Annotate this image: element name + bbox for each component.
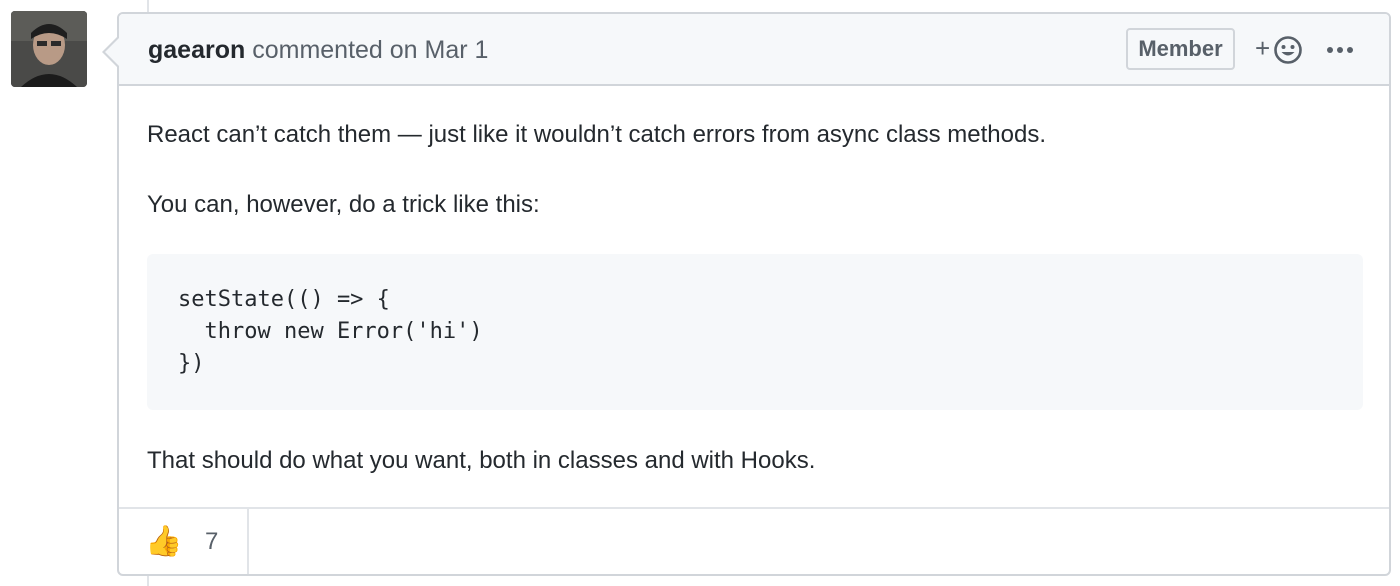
smiley-icon <box>1274 36 1302 64</box>
plus-label: + <box>1255 33 1271 63</box>
avatar[interactable] <box>11 11 87 87</box>
comment-paragraph: React can’t catch them — just like it wo… <box>147 121 1047 148</box>
kebab-menu-icon <box>1327 47 1353 53</box>
author-link[interactable]: gaearon <box>148 36 245 64</box>
add-reaction-button[interactable]: + <box>1255 33 1309 66</box>
reaction-count: 7 <box>205 528 219 555</box>
comment-paragraph: You can, however, do a trick like this: <box>147 191 540 218</box>
comment-box: gaearon commented on Mar 1 Member + Reac… <box>102 12 1391 576</box>
comment-header: gaearon commented on Mar 1 Member + <box>119 14 1389 86</box>
comment-paragraph: That should do what you want, both in cl… <box>147 447 816 474</box>
thumbs-up-reaction-button[interactable]: 👍 7 <box>119 509 249 574</box>
reactions-bar: 👍 7 <box>119 507 1389 574</box>
member-badge: Member <box>1126 28 1235 70</box>
code-block: setState(() => { throw new Error('hi') }… <box>147 254 1363 410</box>
comment-timestamp[interactable]: commented on Mar 1 <box>252 36 488 64</box>
comment-header-text: gaearon commented on Mar 1 <box>148 34 488 66</box>
thumbs-up-icon: 👍 <box>145 525 183 558</box>
more-options-button[interactable] <box>1325 34 1355 66</box>
